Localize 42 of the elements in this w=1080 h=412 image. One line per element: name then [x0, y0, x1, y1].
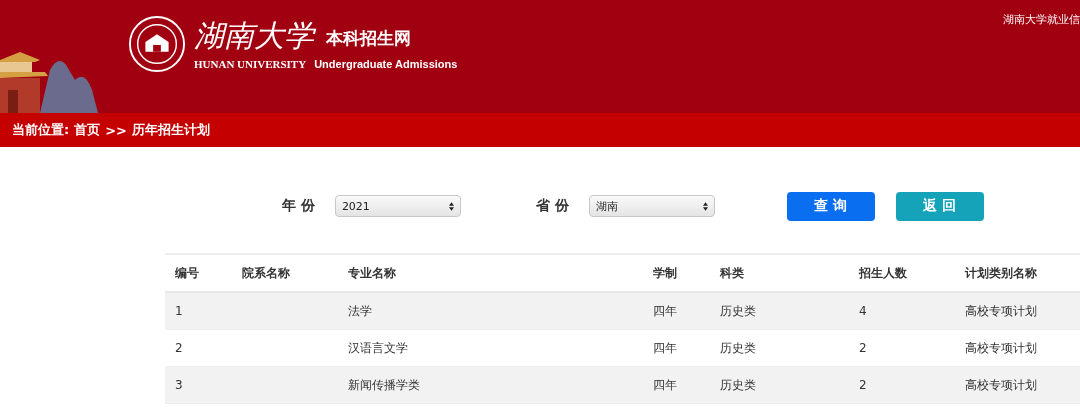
table-cell-text: 高校专项计划	[964, 376, 1038, 394]
table-cell-text: 四年	[652, 302, 678, 320]
column-header: 招生人数	[858, 264, 908, 282]
table-cell-text: 四年	[652, 339, 678, 357]
filter-label: 年 份	[282, 197, 315, 215]
breadcrumb-label: 当前位置:	[12, 121, 70, 139]
search-button[interactable]: 查 询	[786, 191, 875, 221]
table-cell-text: 汉语言文学	[347, 339, 409, 357]
column-header: 学制	[652, 264, 678, 282]
breadcrumb-link[interactable]: 历年招生计划	[132, 121, 210, 139]
university-calligraphy-logo: 湖南大学	[194, 18, 314, 54]
table-cell-text: 2	[858, 341, 868, 355]
table-cell-text: 四年	[652, 376, 678, 394]
table-cell-text: 高校专项计划	[964, 302, 1038, 320]
column-header: 编号	[174, 264, 200, 282]
dropdown-arrows-icon	[702, 201, 708, 211]
column-header: 专业名称	[347, 264, 397, 282]
breadcrumb-link[interactable]: 首页	[74, 121, 101, 139]
table-cell-text: 新闻传播学类	[347, 376, 421, 394]
table-cell-text: 2	[858, 378, 868, 392]
table-cell-text: 3	[174, 378, 184, 392]
university-english-name: HUNAN UNIVERSITY	[194, 58, 307, 70]
table-cell-text: 历史类	[719, 339, 757, 357]
site-name-english: Undergraduate Admissions	[314, 58, 458, 70]
dropdown-field[interactable]: 2021	[334, 195, 461, 217]
column-header: 科类	[719, 264, 745, 282]
table-cell-text: 2	[174, 341, 184, 355]
table-cell-text: 历史类	[719, 302, 757, 320]
column-header: 计划类别名称	[963, 264, 1038, 282]
table-cell-text: 4	[858, 304, 868, 318]
filter-label: 省 份	[535, 197, 569, 215]
table-cell-text: 高校专项计划	[964, 339, 1038, 357]
table-cell-text: 法学	[347, 302, 373, 320]
column-header: 院系名称	[241, 264, 291, 282]
university-seal-icon	[128, 15, 186, 73]
breadcrumb-separator: >>	[105, 122, 127, 138]
table-cell-text: 1	[174, 304, 184, 318]
dropdown-field[interactable]: 湖南	[588, 195, 715, 217]
dropdown-arrows-icon	[448, 201, 454, 211]
table-cell-text: 历史类	[719, 376, 757, 394]
top-link[interactable]: 湖南大学就业信	[1003, 12, 1080, 27]
site-name: 本科招生网	[326, 27, 411, 50]
